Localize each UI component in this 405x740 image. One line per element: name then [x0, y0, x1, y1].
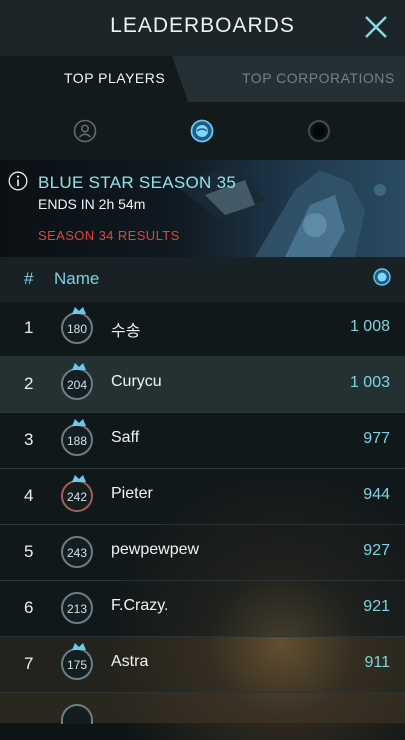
player-level: 242 [66, 490, 88, 504]
leaderboard-row-partial[interactable] [0, 693, 405, 724]
blue-star-icon[interactable] [190, 119, 214, 143]
previous-season-results-link[interactable]: SEASON 34 RESULTS [38, 228, 180, 243]
rank-number: 5 [24, 542, 34, 561]
rank-badge-icon [72, 363, 86, 370]
rank-number: 6 [24, 598, 34, 617]
leaderboard-row[interactable]: 6 213 F.Crazy. 921 [0, 581, 405, 637]
player-name: Astra [111, 653, 149, 670]
rank-number: 4 [24, 486, 34, 505]
tab-top-players[interactable]: TOP PLAYERS [0, 56, 188, 102]
rank-number: 7 [24, 654, 34, 673]
player-level: 188 [66, 434, 88, 448]
rank-column-header: # [24, 269, 34, 288]
avatar [61, 704, 93, 724]
player-target-icon[interactable] [73, 119, 97, 143]
name-column-header[interactable]: Name [54, 269, 99, 289]
player-name: pewpewpew [111, 541, 200, 558]
player-level: 204 [66, 378, 88, 392]
avatar: 180 [61, 307, 93, 344]
player-level: 243 [66, 546, 88, 560]
info-icon[interactable] [8, 171, 28, 191]
season-title: BLUE STAR SEASON 35 [38, 173, 237, 192]
tab-label: TOP CORPORATIONS [242, 70, 395, 86]
rank-badge-icon [72, 475, 86, 482]
rank-number: 3 [24, 430, 34, 449]
avatar: 243 [61, 536, 93, 568]
season-countdown: ENDS IN 2h 54m [38, 196, 146, 212]
player-name: Curycu [111, 373, 162, 390]
filter-row [0, 102, 405, 160]
player-score: 921 [363, 598, 390, 615]
leaderboard-list: 1 180 수송 1 008 2 204 Curycu 1 003 3 188 … [0, 301, 405, 724]
player-score: 944 [363, 486, 390, 503]
rank-badge-icon [72, 419, 86, 426]
rank-badge-icon [72, 643, 86, 650]
avatar: 175 [61, 643, 93, 680]
leaderboard-row[interactable]: 5 243 pewpewpew 927 [0, 525, 405, 581]
rank-number: 2 [24, 374, 34, 393]
player-level: 213 [66, 602, 88, 616]
player-score: 977 [363, 430, 390, 447]
player-score: 927 [363, 542, 390, 559]
leaderboard-row[interactable]: 3 188 Saff 977 [0, 413, 405, 469]
close-icon[interactable] [363, 14, 389, 40]
player-score: 1 008 [349, 318, 390, 335]
player-name: Pieter [111, 485, 153, 502]
player-level: 175 [66, 658, 88, 672]
player-score: 911 [364, 654, 390, 671]
column-header: # Name [0, 257, 405, 302]
avatar: 213 [61, 592, 93, 624]
player-name: 수송 [111, 323, 141, 340]
leaderboard-row[interactable]: 4 242 Pieter 944 [0, 469, 405, 525]
avatar: 204 [61, 363, 93, 400]
leaderboard-row[interactable]: 1 180 수송 1 008 [0, 301, 405, 357]
leaderboard-row[interactable]: 2 204 Curycu 1 003 [0, 357, 405, 413]
rank-badge-icon [72, 307, 86, 314]
season-banner: BLUE STAR SEASON 35 ENDS IN 2h 54m SEASO… [0, 160, 405, 257]
avatar: 188 [61, 419, 93, 456]
tab-label: TOP PLAYERS [64, 70, 166, 86]
blue-star-score-icon [373, 268, 391, 286]
rank-number: 1 [24, 318, 34, 337]
header-bar: LEADERBOARDS [0, 0, 405, 56]
tab-top-corporations[interactable]: TOP CORPORATIONS [172, 56, 405, 102]
player-level: 180 [66, 322, 88, 336]
leaderboard-row[interactable]: 7 175 Astra 911 [0, 637, 405, 693]
player-name: Saff [111, 429, 140, 446]
tab-bar: TOP CORPORATIONS TOP PLAYERS [0, 56, 405, 102]
page-title: LEADERBOARDS [110, 14, 295, 37]
dark-star-icon[interactable] [307, 119, 331, 143]
player-name: F.Crazy. [111, 597, 169, 614]
player-score: 1 003 [349, 374, 390, 391]
avatar: 242 [61, 475, 93, 512]
